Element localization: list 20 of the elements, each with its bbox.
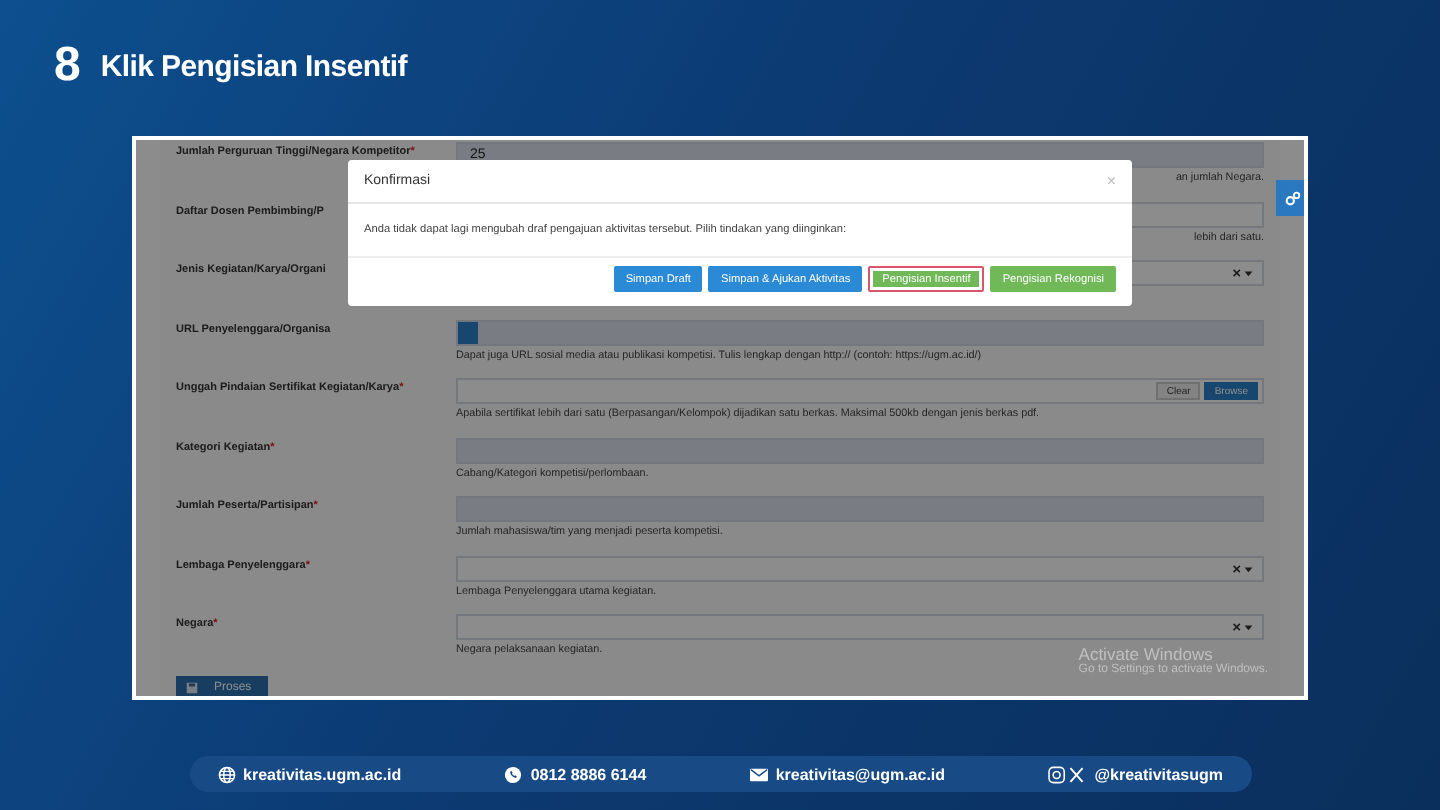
chat-phone-icon [504,765,523,783]
mail-icon [749,765,768,783]
clear-caret-icon [1232,268,1254,278]
globe-icon [217,765,235,783]
url-field[interactable] [456,319,1264,345]
contact-text: kreativitas@ugm.ac.id [775,765,946,783]
close-button[interactable]: × [1106,172,1116,190]
contact-text: @kreativitasugm [1094,765,1223,783]
contact-text: kreativitas.ugm.ac.id [243,765,402,783]
step-number: 8 [54,38,81,94]
save-icon [186,681,198,693]
slide-title: Klik Pengisian Insentif [100,49,407,83]
settings-icon [1283,189,1301,207]
contact-text: 0812 8886 6144 [530,765,647,783]
select-field[interactable] [456,614,1264,640]
clear-caret-icon [1232,563,1254,573]
settings-button[interactable] [1276,180,1304,216]
social-media-icons [1048,765,1087,783]
clear-caret-icon [1232,622,1254,632]
select-field[interactable] [456,555,1264,581]
